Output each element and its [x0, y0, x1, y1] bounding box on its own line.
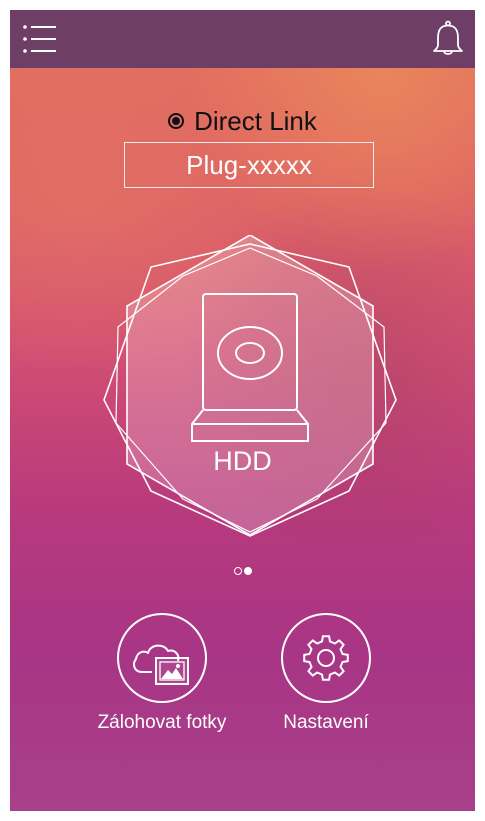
hdd-label: HDD — [213, 446, 272, 476]
backup-photos-label: Zálohovat fotky — [97, 712, 227, 733]
backup-photos-button[interactable]: Zálohovat fotky — [72, 612, 252, 734]
device-name-box[interactable]: Plug-xxxxx — [124, 142, 374, 188]
notifications-button[interactable] — [431, 20, 465, 58]
page-dot-2-active[interactable] — [243, 567, 252, 575]
page-indicator — [10, 566, 475, 576]
radio-selected-icon[interactable] — [168, 113, 185, 129]
page-dot-1[interactable] — [233, 567, 242, 575]
cloud-photo-backup-icon — [117, 613, 207, 703]
hdd-storage-button[interactable] — [100, 235, 400, 545]
settings-button[interactable]: Nastavení — [236, 612, 416, 734]
bell-icon — [433, 20, 463, 55]
connection-mode[interactable]: Direct Link — [10, 106, 475, 137]
device-name: Plug-xxxxx — [186, 150, 312, 180]
app-screen: Direct Link Plug-xxxxx HDD Zálohovat fot… — [10, 10, 475, 811]
menu-list-icon — [23, 25, 56, 53]
gear-icon — [281, 613, 371, 703]
top-bar — [10, 10, 475, 68]
menu-button[interactable] — [22, 22, 58, 56]
connection-mode-label: Direct Link — [194, 106, 317, 136]
settings-label: Nastavení — [283, 712, 369, 733]
